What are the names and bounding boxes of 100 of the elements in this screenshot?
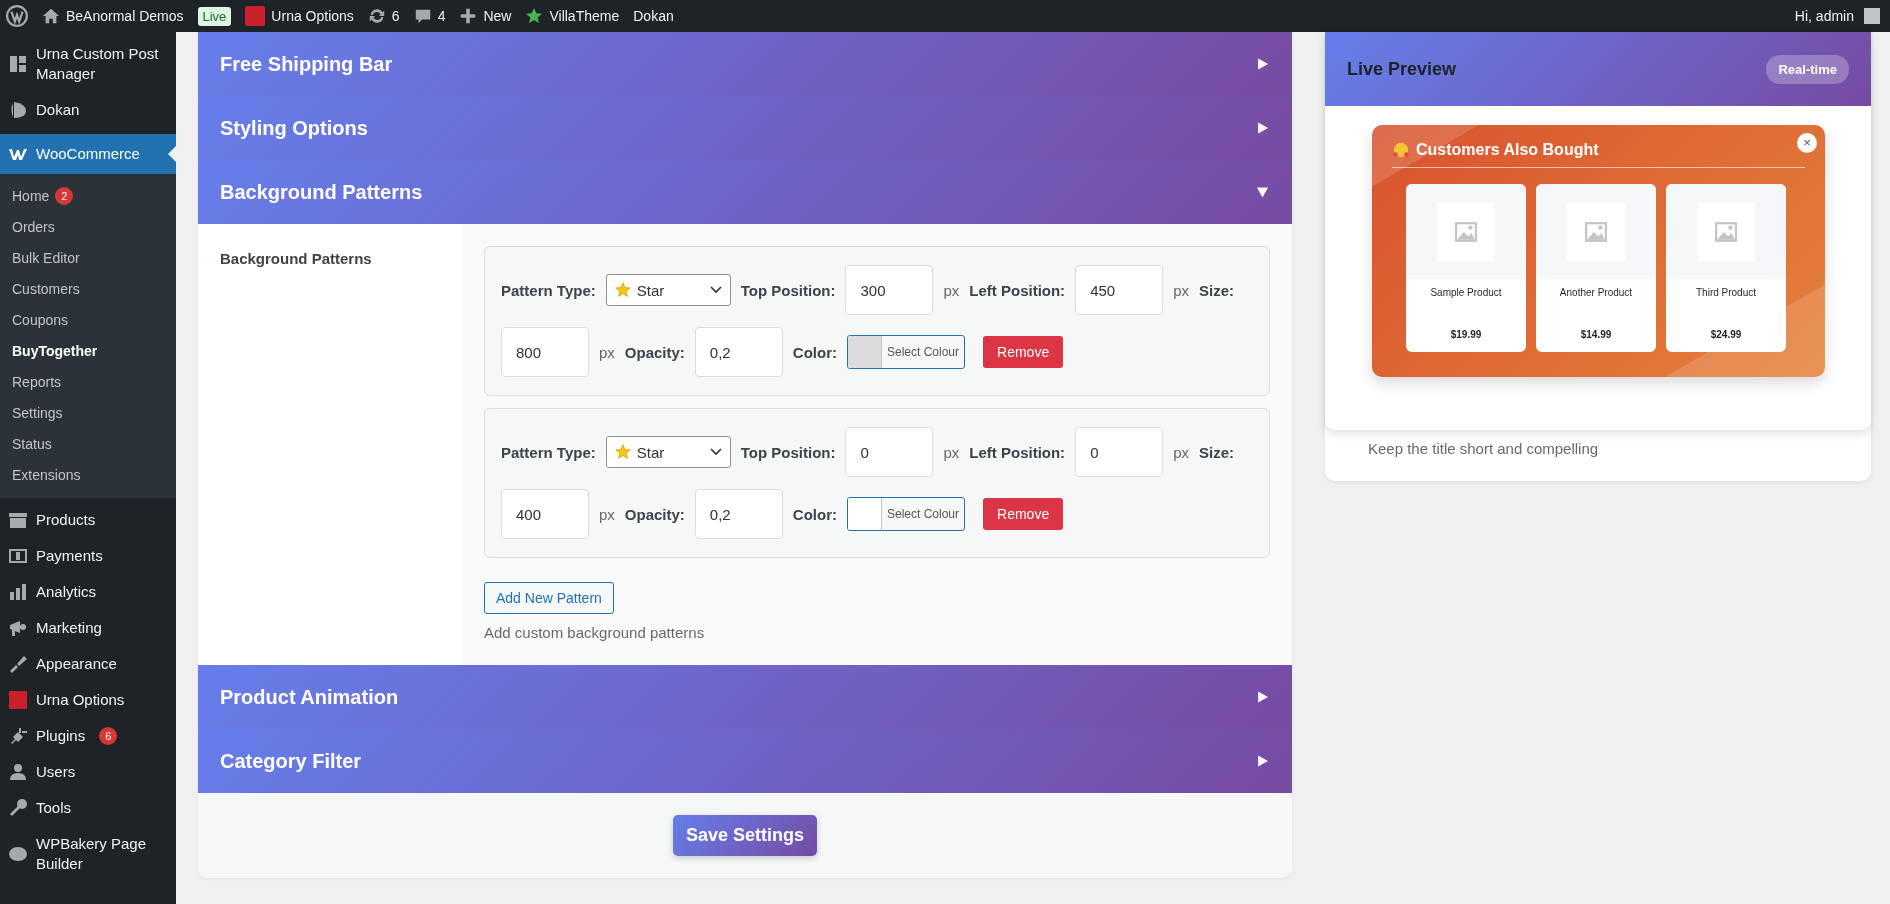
unit-label: px [943, 443, 960, 461]
new-link[interactable]: New [459, 7, 512, 25]
image-icon [1585, 221, 1607, 242]
field-label: Pattern Type: [501, 281, 596, 299]
sidebar-item[interactable]: Urna Custom Post Manager [0, 36, 176, 92]
help-text: Add custom background patterns [484, 624, 706, 641]
star-icon [614, 282, 631, 298]
home-icon [42, 7, 60, 25]
urna-logo-icon [8, 690, 28, 710]
section-title: Background Patterns [220, 180, 423, 204]
user-icon [8, 762, 28, 782]
product-name: Sample Product [1430, 287, 1502, 298]
avatar-icon [1864, 8, 1880, 24]
product-price: $19.99 [1450, 329, 1482, 340]
emoji-icon [1392, 141, 1410, 159]
sidebar-item[interactable]: Users [0, 754, 176, 790]
product-price: $14.99 [1580, 329, 1612, 340]
account-link[interactable]: Hi, admin [1794, 8, 1880, 24]
input-field[interactable]: 0 [845, 427, 934, 477]
input-field[interactable]: 0 [1075, 427, 1164, 477]
villatheme-link[interactable]: VillaTheme [525, 7, 620, 25]
close-button[interactable]: × [1797, 133, 1817, 153]
star-icon [525, 7, 544, 25]
image-icon [1715, 221, 1737, 242]
color-picker-button[interactable]: Select Colour [847, 335, 966, 369]
unit-label: px [1173, 281, 1189, 299]
sidebar-item[interactable]: Tools [0, 790, 176, 826]
sidebar-item[interactable]: Urna Options [0, 682, 176, 718]
save-button[interactable]: Save Settings [672, 815, 817, 856]
field-label: Size: [1198, 443, 1234, 461]
unit-label: px [943, 281, 960, 299]
input-field[interactable]: 450 [1075, 265, 1164, 315]
submenu-item[interactable]: Orders [0, 211, 176, 242]
input-field[interactable]: 300 [845, 265, 934, 315]
section-header[interactable]: Free Shipping Bar [198, 32, 1292, 96]
refresh-icon [367, 7, 386, 25]
submenu-item[interactable]: Settings [0, 397, 176, 428]
submenu-item[interactable]: Status [0, 428, 176, 459]
megaphone-icon [8, 618, 28, 638]
remove-button[interactable]: Remove [983, 336, 1064, 368]
submenu-item[interactable]: Coupons [0, 304, 176, 335]
sidebar-item[interactable]: Analytics [0, 574, 176, 610]
live-badge: Live [197, 6, 232, 26]
section-header[interactable]: Product Animation [198, 665, 1292, 729]
cloud-icon [8, 844, 28, 864]
urna-options-link[interactable]: Urna Options [245, 6, 354, 26]
field-label: Top Position: [740, 443, 836, 461]
sidebar-item[interactable]: WooCommerce [0, 134, 176, 174]
sidebar-item[interactable]: WPBakery Page Builder [0, 826, 176, 882]
count-badge: 2 [55, 186, 74, 205]
popup-title: Customers Also Bought [1416, 141, 1599, 159]
field-label: Color: [792, 343, 838, 361]
hint-text: Keep the title short and compelling [1368, 440, 1600, 457]
sidebar-item[interactable]: Appearance [0, 646, 176, 682]
urna-logo-icon [245, 6, 266, 26]
pattern-type-select[interactable]: Star [605, 436, 731, 468]
site-link[interactable]: BeAnormal Demos [42, 7, 184, 25]
wordpress-logo-icon[interactable] [6, 5, 28, 27]
field-label: Opacity: [624, 505, 685, 523]
section-title: Free Shipping Bar [220, 52, 393, 76]
count-badge: 6 [99, 727, 118, 745]
submenu-item[interactable]: Extensions [0, 459, 176, 490]
plus-icon [459, 7, 478, 25]
dokan-link[interactable]: Dokan [633, 8, 674, 24]
submenu-item[interactable]: BuyTogether [0, 335, 176, 366]
section-title: Styling Options [220, 116, 368, 140]
sidebar-item[interactable]: Marketing [0, 610, 176, 646]
unit-label: px [1173, 443, 1189, 461]
field-label: Opacity: [624, 343, 685, 361]
sidebar-item[interactable]: Products [0, 502, 176, 538]
input-field[interactable]: 0,2 [694, 327, 783, 377]
submenu-item[interactable]: Home 2 [0, 180, 176, 211]
updates-link[interactable]: 6 [367, 7, 400, 25]
remove-button[interactable]: Remove [983, 498, 1064, 530]
section-header[interactable]: Background Patterns [198, 160, 1292, 224]
input-field[interactable]: 0,2 [694, 489, 783, 539]
submenu-item[interactable]: Bulk Editor [0, 242, 176, 273]
submenu-item[interactable]: Reports [0, 366, 176, 397]
comments-link[interactable]: 4 [413, 7, 446, 25]
submenu-item[interactable]: Customers [0, 273, 176, 304]
sidebar-item[interactable]: Plugins 6 [0, 718, 176, 754]
pattern-type-select[interactable]: Star [605, 274, 731, 306]
input-field[interactable]: 800 [501, 327, 589, 377]
section-title: Category Filter [220, 749, 362, 773]
section-header[interactable]: Category Filter [198, 729, 1292, 793]
sidebar-item[interactable]: Payments [0, 538, 176, 574]
color-picker-button[interactable]: Select Colour [847, 497, 966, 531]
input-field[interactable]: 400 [501, 489, 589, 539]
product-name: Another Product [1559, 287, 1633, 298]
add-pattern-button[interactable]: Add New Pattern [484, 582, 614, 614]
field-label: Pattern Type: [501, 443, 596, 461]
sidebar-item[interactable]: Dokan [0, 92, 176, 128]
unit-label: px [599, 343, 615, 361]
realtime-badge: Real-time [1766, 54, 1849, 84]
grid-icon [8, 54, 28, 74]
brush-icon [8, 654, 28, 674]
unit-label: px [599, 505, 615, 523]
field-label: Top Position: [740, 281, 836, 299]
field-label: Left Position: [969, 443, 1066, 461]
section-header[interactable]: Styling Options [198, 96, 1292, 160]
